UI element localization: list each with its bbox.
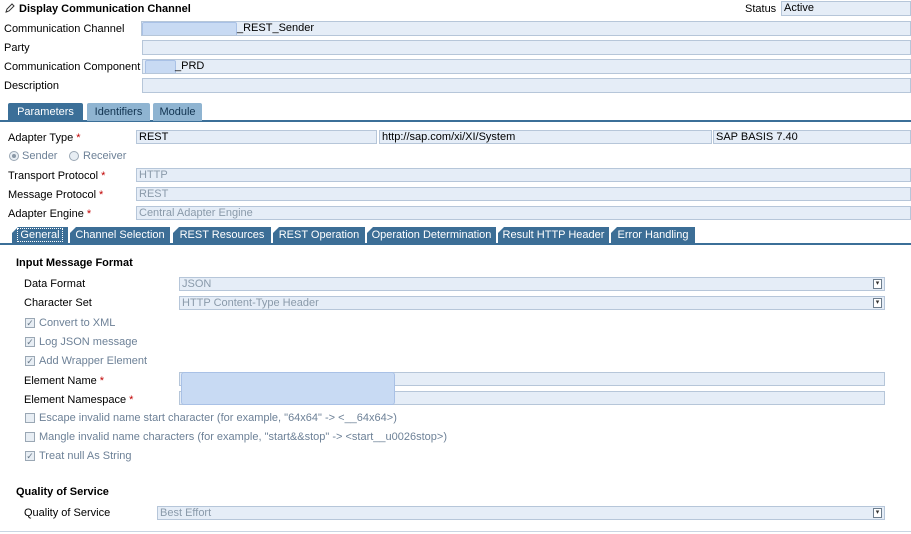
add-wrapper-label: Add Wrapper Element (39, 355, 148, 367)
adapter-type-label: Adapter Type * (8, 132, 81, 144)
adapter-type-field: REST (136, 130, 377, 144)
data-format-label: Data Format (24, 278, 86, 290)
receiver-label: Receiver (83, 150, 127, 162)
adapter-swc-field: SAP BASIS 7.40 (713, 130, 911, 144)
subtab-channel-selection[interactable]: Channel Selection (70, 227, 170, 244)
tab-parameters[interactable]: Parameters (8, 103, 83, 121)
status-field: Active (781, 1, 911, 16)
qos-select[interactable]: Best Effort ▾ (157, 506, 885, 520)
convert-to-xml-label: Convert to XML (39, 317, 116, 329)
transport-protocol-field: HTTP (136, 168, 911, 182)
element-name-label: Element Name * (24, 375, 105, 387)
page-title: Display Communication Channel (19, 3, 191, 15)
subtab-error-handling[interactable]: Error Handling (611, 227, 695, 244)
dropdown-arrow-icon[interactable]: ▾ (873, 298, 882, 308)
input-message-format-heading: Input Message Format (16, 257, 133, 269)
component-field: _PRD (142, 59, 911, 74)
log-json-checkbox[interactable]: ✓ (25, 337, 35, 347)
element-namespace-label: Element Namespace * (24, 394, 134, 406)
data-format-select[interactable]: JSON ▾ (179, 277, 885, 291)
add-wrapper-checkbox[interactable]: ✓ (25, 356, 35, 366)
subtab-rest-resources[interactable]: REST Resources (173, 227, 271, 244)
redacted-block (142, 22, 237, 35)
subtab-result-http-header[interactable]: Result HTTP Header (498, 227, 609, 244)
adapter-namespace-field: http://sap.com/xi/XI/System (379, 130, 712, 144)
qos-label: Quality of Service (24, 507, 111, 519)
mangle-invalid-checkbox[interactable] (25, 432, 35, 442)
sender-radio[interactable] (9, 151, 19, 161)
tab-identifiers[interactable]: Identifiers (87, 103, 150, 121)
party-field (142, 40, 911, 55)
adapter-engine-field: Central Adapter Engine (136, 206, 911, 220)
dropdown-arrow-icon[interactable]: ▾ (873, 279, 882, 289)
quality-of-service-heading: Quality of Service (16, 486, 109, 498)
message-protocol-label: Message Protocol * (8, 189, 104, 201)
tab-module[interactable]: Module (153, 103, 202, 121)
log-json-label: Log JSON message (39, 336, 138, 348)
party-label: Party (4, 42, 30, 54)
component-label: Communication Component (4, 61, 141, 73)
character-set-select[interactable]: HTTP Content-Type Header ▾ (179, 296, 885, 310)
escape-invalid-checkbox[interactable] (25, 413, 35, 423)
description-label: Description (4, 80, 60, 92)
channel-field: _REST_Sender (141, 21, 911, 36)
description-field (142, 78, 911, 93)
message-protocol-field: REST (136, 187, 911, 201)
treat-null-checkbox[interactable]: ✓ (25, 451, 35, 461)
escape-invalid-label: Escape invalid name start character (for… (39, 412, 397, 424)
character-set-label: Character Set (24, 297, 92, 309)
title-bar: Display Communication Channel Status Act… (0, 0, 911, 18)
bottom-divider (0, 531, 911, 532)
dropdown-arrow-icon[interactable]: ▾ (873, 508, 882, 518)
sender-label: Sender (22, 150, 58, 162)
edit-pencil-icon (4, 2, 16, 14)
subtab-operation-determination[interactable]: Operation Determination (367, 227, 496, 244)
receiver-radio[interactable] (69, 151, 79, 161)
transport-protocol-label: Transport Protocol * (8, 170, 106, 182)
redacted-block (181, 372, 395, 405)
status-label: Status (745, 3, 777, 15)
treat-null-label: Treat null As String (39, 450, 132, 462)
channel-label: Communication Channel (4, 23, 125, 35)
redacted-block (145, 60, 176, 73)
mangle-invalid-label: Mangle invalid name characters (for exam… (39, 431, 447, 443)
subtab-general[interactable]: General (12, 227, 68, 244)
adapter-engine-label: Adapter Engine * (8, 208, 92, 220)
convert-to-xml-checkbox[interactable]: ✓ (25, 318, 35, 328)
subtab-rest-operation[interactable]: REST Operation (273, 227, 365, 244)
